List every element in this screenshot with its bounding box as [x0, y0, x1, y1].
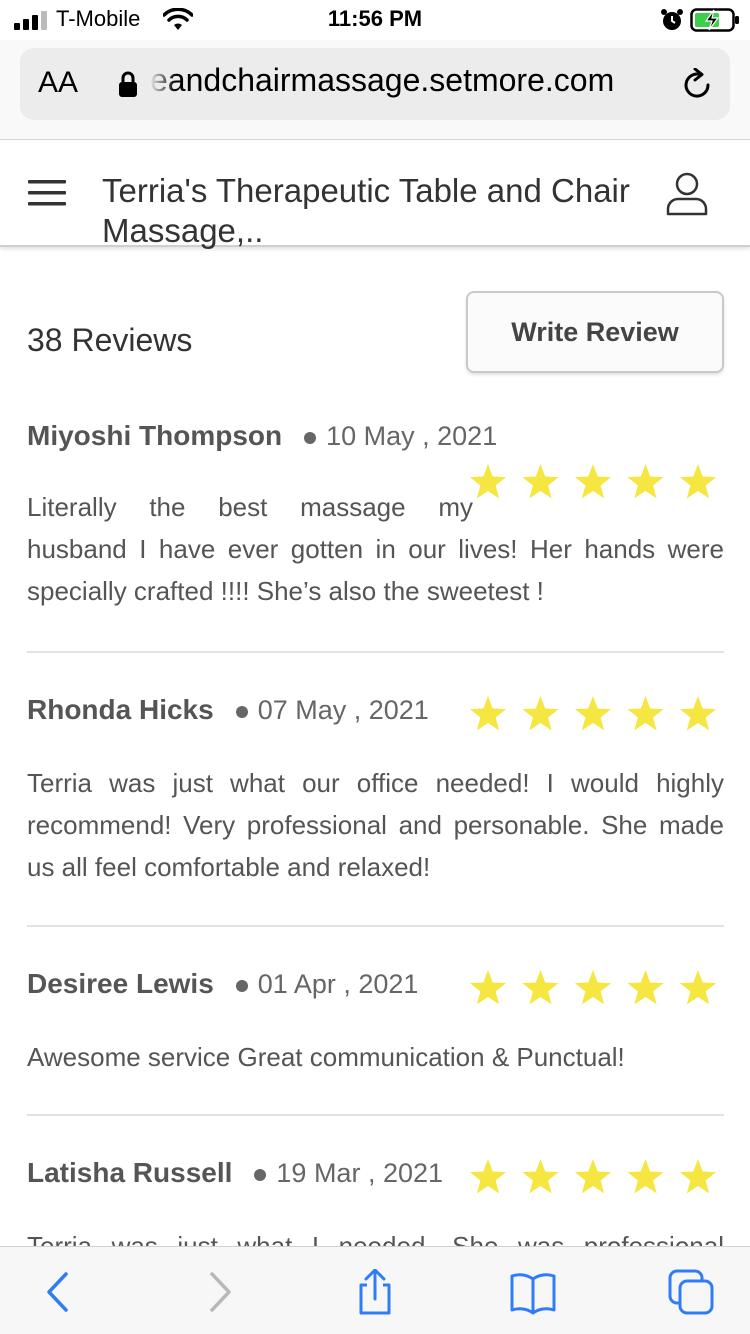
review-item: Desiree Lewis 01 Apr , 2021 Awesome servi…: [27, 968, 724, 1078]
star-icon: [679, 696, 717, 731]
url-fade: [150, 62, 176, 106]
hamburger-menu-icon[interactable]: [28, 177, 66, 209]
site-header: Terria's Therapeutic Table and Chair Mas…: [0, 141, 750, 249]
write-review-button[interactable]: Write Review: [466, 291, 724, 373]
review-item: Latisha Russell 19 Mar , 2021 Terria was …: [27, 1157, 724, 1246]
review-text-rest: husband I have ever gotten in our lives!…: [27, 534, 724, 606]
star-rating: [468, 462, 718, 502]
user-icon[interactable]: [664, 171, 710, 217]
review-date: 07 May , 2021: [257, 695, 429, 725]
separator-dot: [235, 980, 248, 993]
review-divider: [27, 1114, 724, 1116]
site-title: Terria's Therapeutic Table and Chair Mas…: [102, 172, 630, 249]
battery-charging-icon: [690, 8, 739, 32]
review-text: Awesome service Great communication & Pu…: [27, 1042, 625, 1072]
review-header: Miyoshi Thompson 10 May , 2021: [27, 420, 724, 460]
review-text-line: Literally the best massage my: [27, 492, 473, 522]
star-icon: [522, 464, 559, 499]
star-icon: [627, 464, 664, 499]
tabs-icon[interactable]: [668, 1269, 714, 1315]
star-icon: [679, 1159, 717, 1194]
text-size-button[interactable]: AA: [38, 66, 78, 100]
reviewer-name: Miyoshi Thompson: [27, 420, 283, 451]
review-date: 10 May , 2021: [326, 421, 498, 451]
review-text: Terria was just what I needed. She was p…: [27, 1231, 724, 1246]
address-bar[interactable]: AA eandchairmassage.setmore.com: [20, 48, 730, 120]
forward-icon[interactable]: [196, 1269, 242, 1315]
reviewer-name: Desiree Lewis: [27, 968, 214, 999]
share-icon[interactable]: [352, 1269, 398, 1315]
star-icon: [679, 970, 717, 1005]
star-icon: [522, 1159, 559, 1194]
star-rating: [468, 694, 718, 734]
star-icon: [574, 970, 612, 1005]
star-icon: [574, 1159, 612, 1194]
star-icon: [627, 1159, 664, 1194]
star-icon: [522, 970, 559, 1005]
star-icon: [627, 970, 664, 1005]
separator-dot: [254, 1169, 267, 1182]
star-icon: [679, 464, 717, 499]
reviewer-name: Latisha Russell: [27, 1157, 233, 1188]
back-icon[interactable]: [36, 1269, 82, 1315]
star-rating: [468, 968, 718, 1008]
status-bar: T-Mobile 11:56 PM: [0, 0, 750, 40]
review-text: Literally the best massage my husband I …: [27, 486, 724, 612]
review-count: 38 Reviews: [27, 322, 193, 358]
url-text[interactable]: eandchairmassage.setmore.com: [150, 62, 670, 106]
alarm-icon: [661, 9, 683, 30]
bookmarks-icon[interactable]: [510, 1269, 556, 1315]
star-icon: [574, 464, 612, 499]
review-divider: [27, 925, 724, 927]
star-icon: [469, 1159, 507, 1194]
star-icon: [574, 696, 612, 731]
browser-toolbar: [0, 1246, 750, 1334]
star-icon: [627, 696, 664, 731]
star-rating: [468, 1157, 718, 1197]
review-date: 19 Mar , 2021: [276, 1158, 444, 1188]
status-time: 11:56 PM: [327, 6, 423, 31]
star-icon: [469, 970, 507, 1005]
star-icon: [522, 696, 559, 731]
separator-dot: [235, 706, 248, 719]
reload-icon[interactable]: [680, 68, 714, 102]
review-divider: [27, 651, 724, 653]
review-item: Miyoshi Thompson 10 May , 2021 Literally …: [27, 420, 724, 612]
star-icon: [469, 464, 507, 499]
reviewer-name: Rhonda Hicks: [27, 694, 214, 725]
review-date: 01 Apr , 2021: [257, 969, 419, 999]
review-text: Terria was just what our office needed! …: [27, 768, 724, 882]
browser-address-area: AA eandchairmassage.setmore.com: [0, 40, 750, 140]
lock-icon: [119, 71, 137, 97]
review-item: Rhonda Hicks 07 May , 2021 Terria was jus…: [27, 694, 724, 888]
star-icon: [469, 696, 507, 731]
separator-dot: [304, 432, 317, 445]
